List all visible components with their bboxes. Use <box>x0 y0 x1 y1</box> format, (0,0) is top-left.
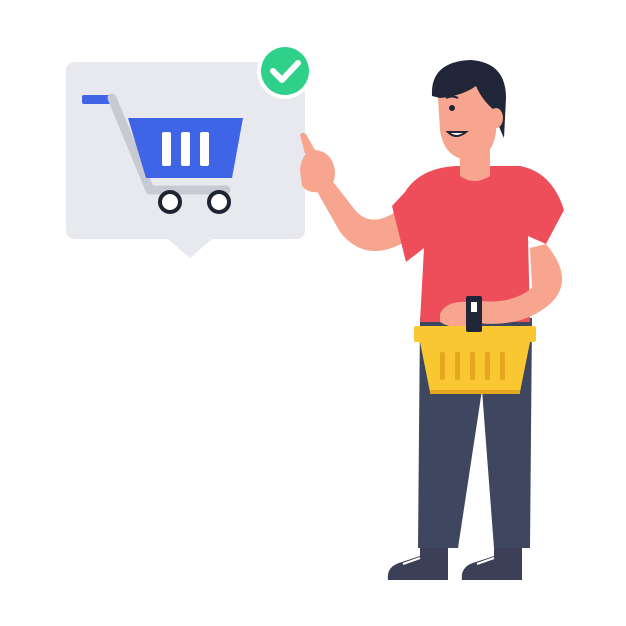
shopping-illustration <box>66 43 564 580</box>
check-icon <box>257 43 313 99</box>
head <box>431 60 506 181</box>
illustration-canvas <box>0 0 626 626</box>
shoes <box>387 548 522 580</box>
person <box>300 60 564 580</box>
